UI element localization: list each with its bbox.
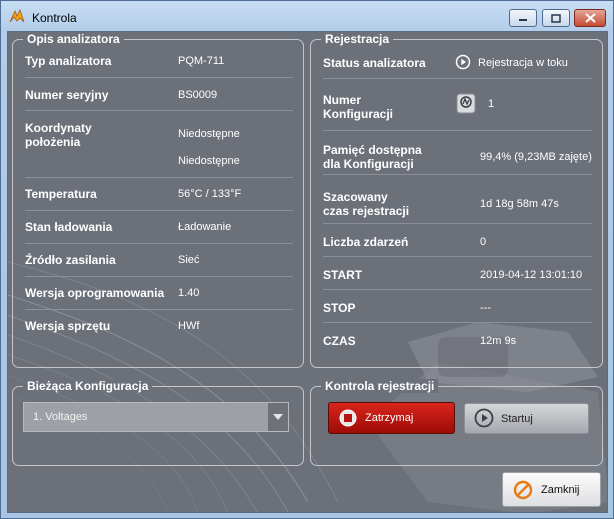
row-event-count: Liczba zdarzeń 0	[323, 224, 592, 257]
value-power-source: Sieć	[178, 254, 200, 266]
row-power-source: Źródło zasilania Sieć	[25, 244, 293, 277]
value-location: Niedostępne	[178, 128, 240, 140]
label-memory: Pamięć dostępna dla Konfiguracji	[323, 143, 422, 171]
row-serial-number: Numer seryjny BS0009	[25, 78, 293, 111]
label-analyzer-status: Status analizatora	[323, 56, 426, 70]
label-start: START	[323, 268, 363, 282]
close-button[interactable]: Zamknij	[502, 472, 601, 507]
minimize-button[interactable]	[509, 9, 537, 27]
row-location: Koordynaty położenia Niedostępne Niedost…	[25, 111, 293, 178]
value-event-count: 0	[480, 236, 487, 248]
analyzer-group-title: Opis analizatora	[23, 32, 124, 46]
label-serial-number: Numer seryjny	[25, 88, 109, 102]
start-button[interactable]: Startuj	[464, 403, 589, 434]
label-charging-state: Stan ładowania	[25, 220, 113, 234]
row-config-number: Numer Konfiguracji 1	[323, 93, 592, 131]
row-duration: CZAS 12m 9s	[323, 323, 592, 356]
value-temperature: 56°C / 133°F	[178, 188, 242, 200]
label-analyzer-type: Typ analizatora	[25, 54, 112, 68]
row-software-version: Wersja oprogramowania 1.40	[25, 277, 293, 310]
recording-control-group-title: Kontrola rejestracji	[321, 379, 439, 393]
current-config-group-title: Bieżąca Konfiguracja	[23, 379, 153, 393]
close-button-label: Zamknij	[541, 484, 580, 496]
value-hardware-version: HWf	[178, 320, 200, 332]
minimize-icon	[519, 19, 527, 21]
row-temperature: Temperatura 56°C / 133°F	[25, 178, 293, 211]
maximize-button[interactable]	[542, 9, 570, 27]
value-estimated-time: 1d 18g 58m 47s	[480, 198, 559, 210]
label-stop: STOP	[323, 301, 356, 315]
row-stop: STOP ---	[323, 290, 592, 323]
label-temperature: Temperatura	[25, 187, 97, 201]
recording-group-title: Rejestracja	[321, 32, 394, 46]
window-title: Kontrola	[32, 11, 77, 25]
app-logo-icon	[9, 8, 25, 23]
row-charging-state: Stan ładowania Ładowanie	[25, 211, 293, 244]
play-icon	[474, 408, 494, 428]
label-config-number: Numer Konfiguracji	[323, 93, 394, 121]
row-hardware-version: Wersja sprzętu HWf	[25, 310, 293, 343]
value-config-number: 1	[488, 98, 495, 110]
row-memory: Pamięć dostępna dla Konfiguracji 99,4% (…	[323, 132, 592, 175]
value-start: 2019-04-12 13:01:10	[480, 269, 583, 281]
chevron-down-icon	[273, 414, 283, 420]
client-area: Opis analizatora Typ analizatora PQM-711…	[7, 31, 608, 513]
label-event-count: Liczba zdarzeń	[323, 235, 409, 249]
label-software-version: Wersja oprogramowania	[25, 286, 165, 300]
label-estimated-time: Szacowany czas rejestracji	[323, 190, 410, 218]
value-analyzer-type: PQM-711	[178, 55, 225, 67]
start-button-label: Startuj	[501, 413, 533, 425]
row-analyzer-type: Typ analizatora PQM-711	[25, 45, 293, 78]
value-memory: 99,4% (9,23MB zajęte)	[480, 151, 592, 163]
analyzer-group: Opis analizatora Typ analizatora PQM-711…	[12, 32, 304, 368]
kontrola-window: Kontrola Opis analizatora Typ analizator…	[0, 0, 614, 519]
title-bar[interactable]: Kontrola	[1, 1, 613, 31]
recording-group: Rejestracja Status analizatora Rejestrac…	[310, 32, 603, 368]
play-circle-icon	[455, 54, 471, 70]
maximize-icon	[551, 13, 561, 23]
label-power-source: Źródło zasilania	[25, 253, 116, 267]
dropdown-arrow[interactable]	[268, 403, 288, 431]
value-serial-number: BS0009	[178, 89, 218, 101]
value-software-version: 1.40	[178, 287, 200, 299]
stop-button[interactable]: Zatrzymaj	[328, 402, 455, 434]
stop-icon	[339, 409, 357, 427]
label-hardware-version: Wersja sprzętu	[25, 319, 111, 333]
cancel-icon	[513, 480, 533, 500]
value-analyzer-status: Rejestracja w toku	[478, 57, 568, 69]
config-select-value: 1. Voltages	[33, 411, 88, 423]
close-window-button[interactable]	[574, 9, 606, 27]
label-duration: CZAS	[323, 334, 356, 348]
stop-button-label: Zatrzymaj	[365, 412, 414, 424]
value-stop: ---	[480, 302, 491, 314]
row-estimated-time: Szacowany czas rejestracji 1d 18g 58m 47…	[323, 175, 592, 224]
value-duration: 12m 9s	[480, 335, 517, 347]
row-analyzer-status: Status analizatora Rejestracja w toku	[323, 46, 592, 79]
value-charging-state: Ładowanie	[178, 221, 232, 233]
close-icon	[584, 13, 596, 23]
value-location-2: Niedostępne	[178, 155, 240, 167]
row-start: START 2019-04-12 13:01:10	[323, 257, 592, 290]
config-icon	[456, 93, 476, 114]
label-location: Koordynaty położenia	[25, 121, 92, 149]
config-select[interactable]: 1. Voltages	[23, 402, 289, 432]
